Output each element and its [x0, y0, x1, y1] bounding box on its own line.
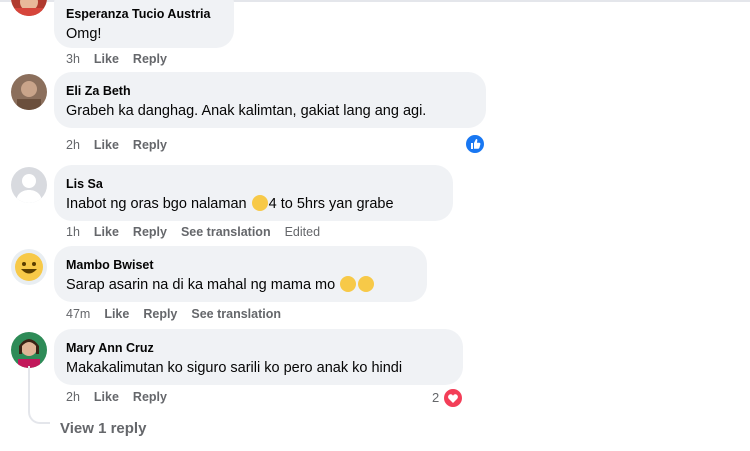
comment-actions: 47m Like Reply See translation	[66, 306, 295, 322]
avatar[interactable]	[11, 0, 47, 16]
reply-button[interactable]: Reply	[133, 224, 167, 240]
commenter-name[interactable]: Mary Ann Cruz	[66, 340, 451, 356]
reply-thread-line	[28, 366, 50, 424]
commenter-name[interactable]: Lis Sa	[66, 176, 441, 192]
edited-label: Edited	[284, 225, 321, 239]
like-button[interactable]: Like	[94, 224, 119, 240]
like-button[interactable]: Like	[94, 51, 119, 67]
commenter-name[interactable]: Esperanza Tucio Austria	[66, 6, 222, 22]
commenter-name[interactable]: Eli Za Beth	[66, 83, 474, 99]
face-with-tears-of-joy-icon	[358, 276, 375, 292]
reply-button[interactable]: Reply	[133, 389, 167, 405]
comment-text: Inabot ng oras bgo nalaman 4 to 5hrs yan…	[66, 194, 441, 214]
comment-bubble: Mambo Bwiset Sarap asarin na di ka mahal…	[54, 246, 427, 302]
rolling-on-floor-laughing-icon	[340, 276, 357, 292]
reaction-count[interactable]: 2	[432, 390, 439, 405]
avatar[interactable]	[11, 167, 47, 203]
reply-button[interactable]: Reply	[143, 306, 177, 322]
comment-bubble: Lis Sa Inabot ng oras bgo nalaman 4 to 5…	[54, 165, 453, 221]
avatar[interactable]	[11, 332, 47, 368]
comment-text: Omg!	[66, 26, 102, 42]
comment-time[interactable]: 47m	[66, 306, 90, 322]
like-button[interactable]: Like	[94, 137, 119, 153]
comment-text-part: Sarap asarin na di ka mahal ng mama mo	[66, 277, 340, 293]
see-translation-link[interactable]: See translation	[191, 306, 281, 322]
see-translation-link[interactable]: See translation	[181, 224, 271, 240]
comment-time[interactable]: 3h	[66, 51, 80, 67]
comment-text-part: 4 to 5hrs yan grabe	[268, 196, 394, 212]
like-reaction-icon[interactable]	[464, 133, 486, 155]
comment-actions: 2h Like Reply	[66, 137, 181, 153]
heart-reaction-icon[interactable]	[442, 387, 464, 409]
weary-face-icon	[251, 195, 268, 211]
comment-text: Grabeh ka danghag. Anak kalimtan, gakiat…	[66, 103, 427, 119]
commenter-name[interactable]: Mambo Bwiset	[66, 257, 415, 273]
comment-time[interactable]: 1h	[66, 224, 80, 240]
avatar[interactable]	[11, 249, 47, 285]
reply-button[interactable]: Reply	[133, 137, 167, 153]
comment-bubble: Mary Ann Cruz Makakalimutan ko siguro sa…	[54, 329, 463, 385]
comment-actions: 1h Like Reply See translation Edited	[66, 224, 334, 240]
comment-time[interactable]: 2h	[66, 389, 80, 405]
comment-actions: 2h Like Reply	[66, 389, 181, 405]
comment-bubble: Esperanza Tucio Austria Omg!	[54, 0, 234, 48]
comment-text: Makakalimutan ko siguro sarili ko pero a…	[66, 360, 403, 376]
comment-bubble: Eli Za Beth Grabeh ka danghag. Anak kali…	[54, 72, 486, 128]
comment-time[interactable]: 2h	[66, 137, 80, 153]
like-button[interactable]: Like	[104, 306, 129, 322]
comment-text: Sarap asarin na di ka mahal ng mama mo	[66, 275, 415, 295]
avatar[interactable]	[11, 74, 47, 110]
view-replies-link[interactable]: View 1 reply	[60, 420, 146, 437]
like-button[interactable]: Like	[94, 389, 119, 405]
comment-actions: 3h Like Reply	[66, 51, 181, 67]
comment-text-part: Inabot ng oras bgo nalaman	[66, 196, 251, 212]
reply-button[interactable]: Reply	[133, 51, 167, 67]
